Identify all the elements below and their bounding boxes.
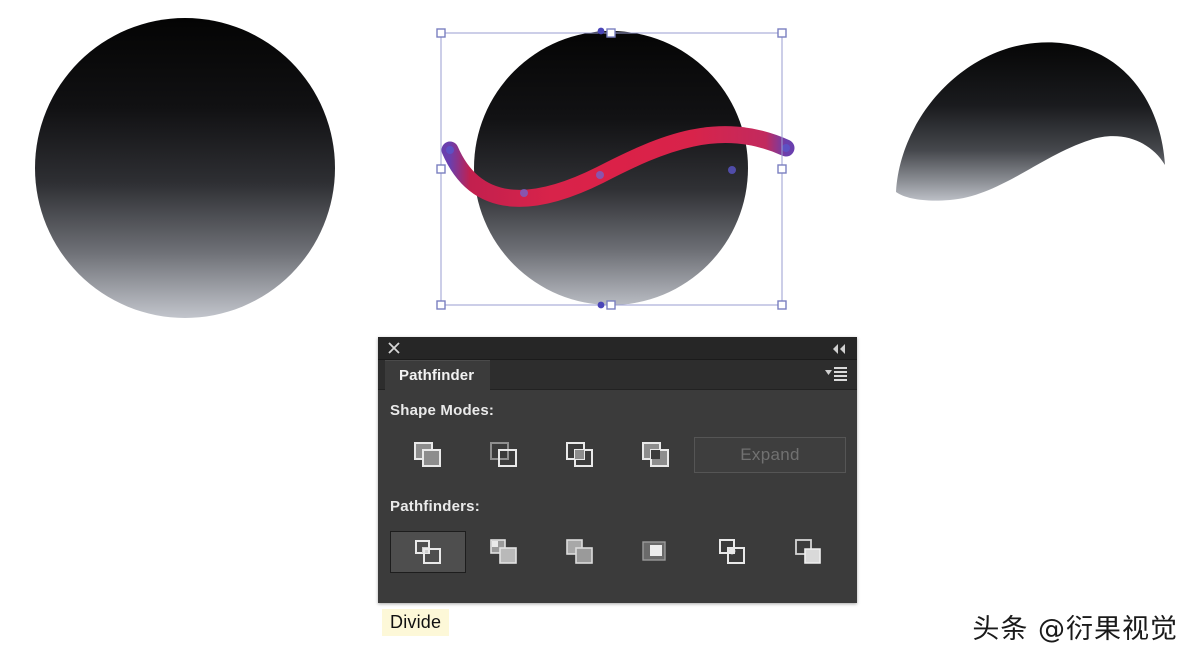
divide-tooltip: Divide <box>382 609 450 636</box>
pathfinder-divide-button[interactable] <box>390 531 466 573</box>
panel-menu-icon[interactable] <box>824 366 848 383</box>
pathfinder-trim-button[interactable] <box>466 531 542 573</box>
watermark: 头条 @衍果视觉 <box>972 614 1178 645</box>
shape-mode-minus-front-button[interactable] <box>466 434 542 476</box>
pathfinder-minus-back-button[interactable] <box>770 531 846 573</box>
divide-tooltip-label: Divide <box>390 612 442 632</box>
shape-modes-label: Shape Modes: <box>390 402 495 419</box>
shape-mode-exclude-button[interactable] <box>618 434 694 476</box>
right-crescent-shape <box>896 42 1165 201</box>
tab-pathfinder[interactable]: Pathfinder <box>385 360 491 390</box>
pathfinders-row <box>390 531 846 573</box>
pathfinder-crop-button[interactable] <box>618 531 694 573</box>
panel-body: Shape Modes: Expand Pathfinders: <box>378 390 857 603</box>
middle-gradient-circle <box>474 31 748 305</box>
selection-bounding-box <box>440 32 783 306</box>
left-gradient-circle <box>35 18 335 318</box>
shape-mode-unite-button[interactable] <box>390 434 466 476</box>
wave-path <box>441 126 795 207</box>
canvas-stage: Pathfinder Shape Modes: Expand Pathfinde… <box>0 0 1200 660</box>
pathfinders-label: Pathfinders: <box>390 498 480 515</box>
selection-handles <box>436 27 787 310</box>
pathfinder-outline-button[interactable] <box>694 531 770 573</box>
expand-button[interactable]: Expand <box>694 437 846 473</box>
pathfinder-merge-button[interactable] <box>542 531 618 573</box>
close-icon[interactable] <box>387 341 401 355</box>
shape-mode-intersect-button[interactable] <box>542 434 618 476</box>
expand-button-label: Expand <box>740 445 800 464</box>
pathfinder-panel[interactable]: Pathfinder Shape Modes: Expand Pathfinde… <box>378 337 857 603</box>
panel-tabbar: Pathfinder <box>378 360 857 390</box>
panel-titlebar[interactable] <box>378 337 857 360</box>
double-chevron-left-icon[interactable] <box>831 342 847 354</box>
shape-modes-row <box>390 434 694 476</box>
tab-pathfinder-label: Pathfinder <box>399 367 475 384</box>
